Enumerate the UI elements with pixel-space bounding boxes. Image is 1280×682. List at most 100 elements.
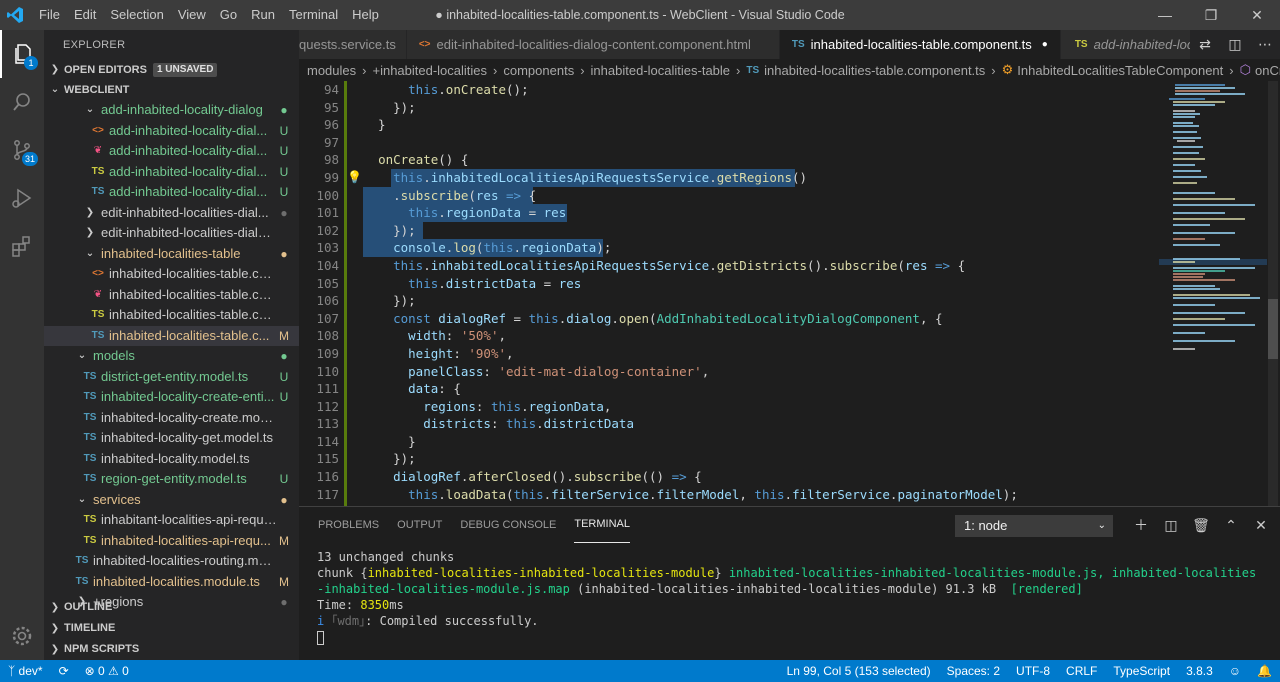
menu-selection[interactable]: Selection [103, 0, 170, 30]
maximize-panel-icon[interactable]: ⌃ [1216, 513, 1246, 537]
source-control-icon[interactable]: 31 [0, 126, 44, 174]
ts-file-icon: TS [75, 575, 89, 587]
tree-file[interactable]: TS inhabited-localities-table.compo... [44, 305, 299, 326]
menu-go[interactable]: Go [213, 0, 244, 30]
tab-problems[interactable]: PROBLEMS [318, 507, 379, 543]
breadcrumb-item[interactable]: inhabited-localities-table [591, 63, 730, 78]
tab-debug-console[interactable]: DEBUG CONSOLE [460, 507, 556, 543]
tab-requests-service[interactable]: quests.service.ts [299, 30, 407, 59]
tree-file[interactable]: TS add-inhabited-locality-dial... U [44, 162, 299, 183]
tab-terminal[interactable]: TERMINAL [574, 507, 630, 543]
tab-edit-dialog-html[interactable]: <> edit-inhabited-localities-dialog-cont… [406, 30, 780, 59]
encoding[interactable]: UTF-8 [1008, 660, 1058, 682]
tree-file[interactable]: TS inhabited-locality-create-enti... U [44, 387, 299, 408]
restore-icon[interactable]: ❐ [1188, 0, 1234, 30]
tab-inhabited-localities-table-ts[interactable]: TS inhabited-localities-table.component.… [779, 30, 1061, 59]
tree-folder[interactable]: ⌄ inhabited-localities-table ● [44, 244, 299, 265]
tree-file[interactable]: TS region-get-entity.model.ts U [44, 469, 299, 490]
code-editor[interactable]: 94 this.onCreate(); 95 }); 96 } 97 98 on… [299, 81, 1159, 506]
outline-section[interactable]: ❯ OUTLINE [44, 597, 299, 618]
tab-output[interactable]: OUTPUT [397, 507, 442, 543]
tree-folder[interactable]: ⌄ add-inhabited-locality-dialog ● [44, 100, 299, 121]
tree-file[interactable]: TS inhabited-localities.module.ts M [44, 572, 299, 593]
feedback-icon[interactable]: ☺ [1221, 660, 1249, 682]
breadcrumb-item[interactable]: modules [307, 63, 356, 78]
tree-file[interactable]: ❦ add-inhabited-locality-dial... U [44, 141, 299, 162]
tree-file[interactable]: ❦ inhabited-localities-table.compo... [44, 285, 299, 306]
end-of-line[interactable]: CRLF [1058, 660, 1105, 682]
settings-gear-icon[interactable] [0, 612, 44, 660]
code-line: 109 height: '90%', [316, 345, 514, 361]
menu-view[interactable]: View [171, 0, 213, 30]
menu-terminal[interactable]: Terminal [282, 0, 345, 30]
lightbulb-icon[interactable]: 💡 [347, 169, 362, 187]
unsaved-badge: 1 UNSAVED [152, 63, 218, 77]
ts-file-icon: TS [83, 391, 97, 402]
minimap[interactable] [1159, 81, 1280, 506]
cursor-position[interactable]: Ln 99, Col 5 (153 selected) [779, 660, 939, 682]
notifications-icon[interactable]: 🔔 [1249, 660, 1280, 682]
indentation[interactable]: Spaces: 2 [939, 660, 1008, 682]
workspace-section[interactable]: ⌄ WEBCLIENT [44, 80, 299, 100]
search-icon[interactable] [0, 78, 44, 126]
menu-file[interactable]: File [32, 0, 67, 30]
tree-file[interactable]: TS district-get-entity.model.ts U [44, 367, 299, 388]
compare-changes-icon[interactable]: ⇄ [1190, 30, 1220, 59]
breadcrumb-item[interactable]: components [503, 63, 574, 78]
menu-edit[interactable]: Edit [67, 0, 103, 30]
close-icon[interactable]: ✕ [1234, 0, 1280, 30]
timeline-section[interactable]: ❯ TIMELINE [44, 618, 299, 639]
new-terminal-icon[interactable]: ＋ [1126, 513, 1156, 537]
tree-file[interactable]: TS add-inhabited-locality-dial... U [44, 182, 299, 203]
tree-file[interactable]: TS inhabited-localities-api-requ... M [44, 531, 299, 552]
npm-scripts-section[interactable]: ❯ NPM SCRIPTS [44, 639, 299, 660]
tree-folder[interactable]: ❯ edit-inhabited-localities-dialog-co... [44, 223, 299, 244]
typescript-version[interactable]: 3.8.3 [1178, 660, 1221, 682]
minimap-slider[interactable] [1268, 299, 1278, 359]
minimize-icon[interactable]: — [1142, 0, 1188, 30]
tree-file[interactable]: TS inhabited-localities-table.c... M [44, 325, 299, 346]
trash-icon[interactable]: 🗑 [1186, 513, 1216, 537]
sync-icon[interactable]: ⟳ [51, 660, 77, 682]
branch-indicator[interactable]: ᛉ dev* [0, 660, 51, 682]
open-editors-section[interactable]: ❯ OPEN EDITORS 1 UNSAVED [44, 60, 299, 80]
tree-file[interactable]: TS inhabitant-localities-api-requests.... [44, 510, 299, 531]
code-line: 107 const dialogRef = this.dialog.open(A… [316, 310, 943, 326]
tree-file[interactable]: <> add-inhabited-locality-dial... U [44, 121, 299, 142]
breadcrumb-item[interactable]: InhabitedLocalitiesTableComponent [1017, 63, 1223, 78]
tree-file[interactable]: TS inhabited-locality.model.ts [44, 449, 299, 470]
unsaved-dot-icon[interactable]: ● [1042, 30, 1048, 59]
code-line: 102 }); [299, 221, 1159, 240]
breadcrumb-item[interactable]: inhabited-localities-table.component.ts [764, 63, 985, 78]
title-bar: File Edit Selection View Go Run Terminal… [0, 0, 1280, 30]
language-mode[interactable]: TypeScript [1105, 660, 1178, 682]
explorer-icon[interactable]: 1 [0, 30, 44, 78]
folder-chevron-icon: ⌄ [77, 493, 87, 505]
tree-folder[interactable]: ❯ edit-inhabited-localities-dial... ● [44, 203, 299, 224]
split-editor-icon[interactable]: ◫ [1220, 30, 1250, 59]
minimap-scrollbar[interactable] [1268, 81, 1278, 506]
tree-file[interactable]: TS inhabited-locality-create.model.ts [44, 408, 299, 429]
run-debug-icon[interactable] [0, 174, 44, 222]
split-terminal-icon[interactable]: ◫ [1156, 513, 1186, 537]
breadcrumb-item[interactable]: onCreate [1255, 63, 1280, 78]
tsy-file-icon: TS [91, 309, 105, 320]
problems-indicator[interactable]: ⊗ 0 ⚠ 0 [77, 660, 137, 682]
terminal-select[interactable]: 1: node ⌄ [955, 515, 1113, 537]
tree-file[interactable]: TS inhabited-locality-get.model.ts [44, 428, 299, 449]
tree-folder[interactable]: ⌄ services ● [44, 490, 299, 511]
terminal-output[interactable]: 13 unchanged chunks chunk {inhabited-loc… [317, 549, 1270, 645]
git-status-badge: M [279, 533, 289, 548]
menu-help[interactable]: Help [345, 0, 386, 30]
breadcrumb-item[interactable]: +inhabited-localities [372, 63, 487, 78]
tree-item-label: inhabited-localities.module.ts [93, 573, 260, 589]
extensions-icon[interactable] [0, 222, 44, 270]
close-panel-icon[interactable]: ✕ [1246, 513, 1276, 537]
tree-item-label: edit-inhabited-localities-dial... [101, 204, 269, 220]
tree-file[interactable]: TS inhabited-localities-routing.module...… [44, 551, 299, 572]
tree-folder[interactable]: ⌄ models ● [44, 346, 299, 367]
menu-run[interactable]: Run [244, 0, 282, 30]
tree-item-label: inhabited-locality.model.ts [101, 450, 250, 466]
more-actions-icon[interactable]: ⋯ [1250, 30, 1280, 59]
tree-file[interactable]: <> inhabited-localities-table.compo... [44, 264, 299, 285]
